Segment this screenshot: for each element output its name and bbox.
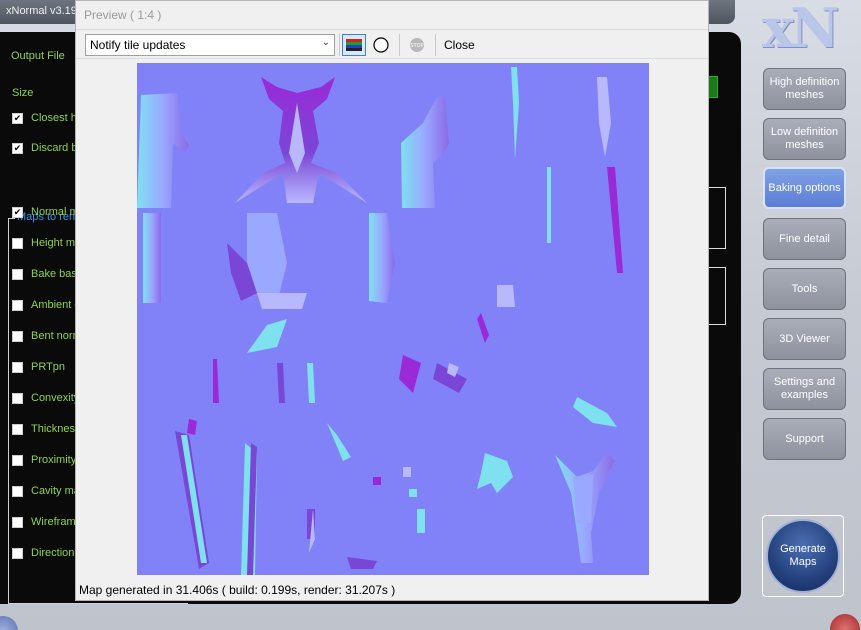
nav-3d-viewer[interactable]: 3D Viewer [763, 318, 846, 360]
checkbox-box[interactable] [12, 454, 23, 466]
nav-support[interactable]: Support [763, 418, 846, 460]
notify-select[interactable]: Notify tile updates ⌄ [85, 34, 335, 56]
svg-text:STOP: STOP [410, 43, 423, 49]
map-item[interactable]: PRTpn [12, 360, 65, 374]
map-label: Height m [31, 237, 76, 249]
map-item[interactable]: Direction [12, 546, 74, 560]
checkbox-box[interactable] [12, 547, 23, 559]
output-file-label: Output File [11, 50, 65, 62]
checkbox-box[interactable] [12, 392, 23, 404]
map-item[interactable]: Proximity [12, 453, 76, 467]
color-channels-icon [346, 39, 362, 51]
map-item[interactable]: Convexity [12, 391, 79, 405]
toolbar-separator [399, 34, 400, 56]
checkbox-box[interactable]: ✔ [12, 206, 23, 218]
map-item[interactable]: Ambient o [12, 298, 81, 312]
closest-hit-checkbox[interactable]: ✔ Closest hit [12, 111, 82, 125]
checkbox-box[interactable] [12, 361, 23, 373]
map-label: Proximity [31, 454, 77, 466]
checkbox-box[interactable] [12, 516, 23, 528]
nav-low-definition-meshes[interactable]: Low definition meshes [763, 118, 846, 160]
status-text: Map generated in 31.406s ( build: 0.199s… [79, 583, 396, 597]
map-item[interactable]: Wirefram [12, 515, 76, 529]
map-item[interactable]: ✔ Normal m [12, 205, 79, 219]
option-frame [708, 187, 726, 249]
checkbox-box[interactable] [12, 268, 23, 280]
chevron-down-icon: ⌄ [321, 37, 330, 48]
nav-high-definition-meshes[interactable]: High definition meshes [763, 68, 846, 110]
map-label: Cavity ma [31, 485, 80, 497]
map-item[interactable]: Bent norm [12, 329, 82, 343]
color-channels-button[interactable] [342, 34, 366, 56]
checkbox-box[interactable]: ✔ [12, 112, 23, 124]
preview-toolbar: Notify tile updates ⌄ STOP Close [76, 29, 708, 59]
map-label: Ambient o [31, 299, 81, 311]
nav-tools[interactable]: Tools [763, 268, 846, 310]
map-item[interactable]: Height m [12, 236, 75, 250]
discard-checkbox[interactable]: ✔ Discard ba [12, 141, 84, 155]
map-item[interactable]: Cavity ma [12, 484, 80, 498]
normal-map-image [137, 63, 649, 575]
circle-icon [373, 37, 389, 53]
map-label: PRTpn [31, 361, 66, 373]
generate-maps-button[interactable]: Generate Maps [766, 519, 840, 593]
checkbox-box[interactable] [12, 237, 23, 249]
app-title: xNormal v3.19 [6, 5, 77, 17]
app-logo: xN [762, 0, 840, 54]
checkbox-box[interactable]: ✔ [12, 142, 23, 154]
checkbox-box[interactable] [12, 330, 23, 342]
normal-map-preview [137, 63, 649, 575]
nav-baking-options[interactable]: Baking options [763, 167, 846, 209]
map-label: Thicknes [31, 423, 76, 435]
nav-fine-detail[interactable]: Fine detail [763, 218, 846, 260]
option-frame [708, 267, 726, 325]
map-label: Bake bas [31, 268, 77, 280]
close-button[interactable]: Close [444, 38, 475, 52]
preview-title: Preview ( 1:4 ) [84, 8, 162, 22]
stop-icon: STOP [410, 38, 424, 52]
map-label: Convexity [31, 392, 80, 404]
map-item[interactable]: Bake bas [12, 267, 77, 281]
map-item[interactable]: Thicknes [12, 422, 75, 436]
map-label: Wirefram [31, 516, 76, 528]
stop-button[interactable]: STOP [405, 34, 429, 56]
size-label: Size [12, 87, 34, 99]
circle-button[interactable] [369, 34, 393, 56]
nav-settings-and-examples[interactable]: Settings and examples [763, 368, 846, 410]
map-label: Direction [31, 547, 75, 559]
map-label: Normal m [31, 206, 79, 218]
toolbar-separator [435, 34, 436, 56]
checkbox-box[interactable] [12, 299, 23, 311]
preview-titlebar[interactable]: Preview ( 1:4 ) [76, 1, 708, 29]
preview-window: Preview ( 1:4 ) Notify tile updates ⌄ ST [75, 0, 709, 601]
toolbar-separator [339, 34, 340, 56]
corner-ball-icon[interactable] [0, 616, 18, 630]
exit-ball-icon[interactable] [830, 614, 860, 630]
generate-frame: Generate Maps [762, 515, 844, 597]
checkbox-box[interactable] [12, 485, 23, 497]
notify-select-value: Notify tile updates [90, 38, 186, 52]
checkbox-box[interactable] [12, 423, 23, 435]
